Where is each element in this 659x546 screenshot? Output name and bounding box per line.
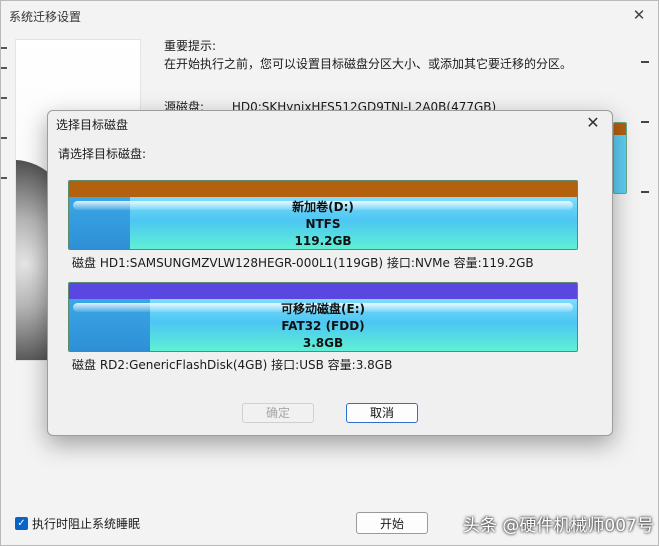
partition-size: 119.2GB: [294, 234, 352, 248]
prevent-sleep-option[interactable]: ✓ 执行时阻止系统睡眠: [15, 515, 140, 532]
disk-info-text: 磁盘 RD2:GenericFlashDisk(4GB) 接口:USB 容量:3…: [72, 358, 393, 372]
dialog-title: 选择目标磁盘: [56, 118, 129, 132]
partition-labels: 新加卷(D:) NTFS 119.2GB: [69, 199, 577, 249]
disk-cap-strip: [69, 283, 577, 299]
ok-button[interactable]: 确定: [242, 403, 314, 423]
partition-filesystem: FAT32 (FDD): [281, 319, 365, 333]
dialog-close-icon[interactable]: ✕: [582, 113, 604, 133]
disk-info-text: 磁盘 HD1:SAMSUNGMZVLW128HEGR-000L1(119GB) …: [72, 256, 534, 270]
main-window-title: 系统迁移设置: [9, 10, 82, 24]
watermark-text: 头条 @硬件机械师007号: [463, 516, 654, 536]
disk-cap-strip: [69, 181, 577, 197]
partition-name: 可移动磁盘(E:): [281, 302, 365, 316]
left-edge-marks: [1, 37, 7, 357]
dialog-prompt: 请选择目标磁盘:: [58, 147, 147, 161]
disk-partition-bar[interactable]: 新加卷(D:) NTFS 119.2GB: [68, 180, 578, 250]
partition-size: 3.8GB: [302, 336, 344, 350]
partition-name: 新加卷(D:): [292, 200, 354, 214]
target-disk-option-2[interactable]: 可移动磁盘(E:) FAT32 (FDD) 3.8GB 磁盘 RD2:Gener…: [68, 282, 578, 373]
target-disk-option-1[interactable]: 新加卷(D:) NTFS 119.2GB 磁盘 HD1:SAMSUNGMZVLW…: [68, 180, 578, 271]
source-partition-bar: [613, 122, 627, 194]
cancel-button[interactable]: 取消: [346, 403, 418, 423]
disk-partition-bar[interactable]: 可移动磁盘(E:) FAT32 (FDD) 3.8GB: [68, 282, 578, 352]
partition-labels: 可移动磁盘(E:) FAT32 (FDD) 3.8GB: [69, 301, 577, 351]
main-close-icon[interactable]: ✕: [628, 5, 650, 25]
tip-text: 在开始执行之前，您可以设置目标磁盘分区大小、或添加其它要迁移的分区。: [164, 57, 573, 71]
start-button[interactable]: 开始: [356, 512, 428, 534]
partition-filesystem: NTFS: [305, 217, 341, 231]
main-titlebar: 系统迁移设置 ✕: [1, 1, 658, 31]
prevent-sleep-label: 执行时阻止系统睡眠: [32, 517, 141, 531]
prevent-sleep-checkbox[interactable]: ✓: [15, 517, 28, 530]
tip-heading: 重要提示:: [164, 39, 217, 53]
right-edge-marks: [641, 41, 649, 511]
select-target-disk-dialog: 选择目标磁盘 ✕ 请选择目标磁盘: 新加卷(D:) NTFS 119.2GB 磁…: [47, 110, 613, 436]
